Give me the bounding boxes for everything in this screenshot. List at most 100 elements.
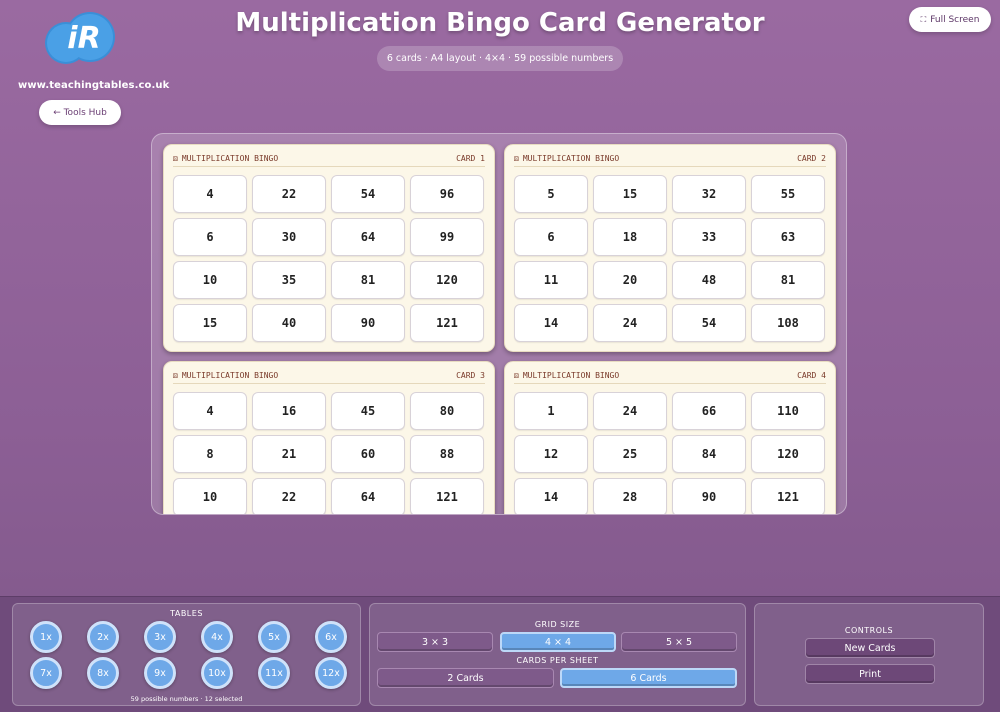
bingo-cell: 110 [751,392,825,430]
card-heading: MULTIPLICATION BINGO [522,154,620,163]
table-toggle-3x[interactable]: 3x [144,621,176,653]
site-url[interactable]: www.teachingtables.co.uk [18,80,169,91]
bingo-cell: 120 [410,261,484,299]
bingo-cell: 4 [173,392,247,430]
table-toggle-6x[interactable]: 6x [315,621,347,653]
card-header: ⚄ MULTIPLICATION BINGO CARD 2 [514,153,826,167]
grid-size-option[interactable]: 3 × 3 [377,632,493,652]
bingo-cell: 64 [331,218,405,256]
bingo-cell: 84 [672,435,746,473]
card-summary-badge: 6 cards · A4 layout · 4×4 · 59 possible … [377,46,623,71]
layout-panel: GRID SIZE CARDS PER SHEET [369,603,746,706]
cards-preview-area[interactable]: ⚄ MULTIPLICATION BINGO CARD 1 4 22 54 96 6 30 64 9… [151,133,847,515]
bingo-cell: 48 [672,261,746,299]
bingo-cell: 20 [593,261,667,299]
table-toggle-12x[interactable]: 12x [315,657,347,689]
table-toggle-5x[interactable]: 5x [258,621,290,653]
bingo-cell: 33 [672,218,746,256]
bingo-cell: 80 [410,392,484,430]
table-toggle-4x[interactable]: 4x [201,621,233,653]
bingo-cell: 64 [331,478,405,514]
print-button[interactable]: Print [805,664,935,684]
teachingtables-logo[interactable]: iR [44,11,116,69]
bingo-cell: 1 [514,392,588,430]
bingo-cell: 5 [514,175,588,213]
bingo-cell: 14 [514,478,588,514]
bingo-cell: 63 [751,218,825,256]
bingo-cell: 28 [593,478,667,514]
bingo-cell: 15 [593,175,667,213]
grid-size-option[interactable]: 5 × 5 [621,632,737,652]
dice-icon: ⚄ [514,371,519,380]
grid-size-option[interactable]: 4 × 4 [500,632,616,652]
bingo-cell: 55 [751,175,825,213]
bingo-cell: 18 [593,218,667,256]
card-header: ⚄ MULTIPLICATION BINGO CARD 1 [173,153,485,167]
table-toggle-1x[interactable]: 1x [30,621,62,653]
dice-icon: ⚄ [514,154,519,163]
card-number: CARD 4 [797,371,826,380]
bingo-cell: 121 [751,478,825,514]
card-heading: MULTIPLICATION BINGO [522,371,620,380]
bingo-cell: 90 [672,478,746,514]
bingo-cell: 66 [672,392,746,430]
card-header: ⚄ MULTIPLICATION BINGO CARD 3 [173,370,485,384]
tables-title: TABLES [170,609,203,618]
bingo-cell: 10 [173,261,247,299]
bingo-card: ⚄ MULTIPLICATION BINGO CARD 3 4 16 45 80 8 21 60 8… [163,361,495,514]
bingo-cell: 99 [410,218,484,256]
card-header: ⚄ MULTIPLICATION BINGO CARD 4 [514,370,826,384]
bingo-cell: 120 [751,435,825,473]
card-number: CARD 2 [797,154,826,163]
bingo-cell: 12 [514,435,588,473]
fullscreen-label: Full Screen [930,14,980,25]
bingo-cell: 35 [252,261,326,299]
bingo-cell: 4 [173,175,247,213]
bingo-cell: 96 [410,175,484,213]
card-heading: MULTIPLICATION BINGO [181,371,279,380]
bingo-card: ⚄ MULTIPLICATION BINGO CARD 1 4 22 54 96 6 30 64 9… [163,144,495,352]
table-toggle-7x[interactable]: 7x [30,657,62,689]
bingo-cell: 6 [173,218,247,256]
card-number: CARD 3 [456,371,485,380]
expand-icon: ⛶ [920,14,927,24]
bingo-cell: 16 [252,392,326,430]
bingo-cell: 108 [751,304,825,342]
bingo-cell: 21 [252,435,326,473]
bingo-cell: 14 [514,304,588,342]
bingo-cell: 15 [173,304,247,342]
table-toggle-11x[interactable]: 11x [258,657,290,689]
bingo-cell: 81 [751,261,825,299]
cards-per-sheet-option[interactable]: 2 Cards [377,668,554,688]
table-toggle-8x[interactable]: 8x [87,657,119,689]
cards-per-sheet-option[interactable]: 6 Cards [560,668,737,688]
bingo-cell: 6 [514,218,588,256]
table-toggle-9x[interactable]: 9x [144,657,176,689]
new-cards-button[interactable]: New Cards [805,638,935,658]
dice-icon: ⚄ [173,154,178,163]
tables-status: 59 possible numbers · 12 selected [130,695,243,703]
page-title: Multiplication Bingo Card Generator [235,8,765,38]
bingo-cell: 90 [331,304,405,342]
bingo-cell: 60 [331,435,405,473]
tools-hub-button[interactable]: ← Tools Hub [39,100,121,125]
bingo-cell: 121 [410,478,484,514]
bingo-cell: 121 [410,304,484,342]
logo-text: iR [67,21,101,56]
bingo-cell: 24 [593,304,667,342]
bingo-cell: 54 [331,175,405,213]
bingo-cell: 22 [252,175,326,213]
bingo-cell: 40 [252,304,326,342]
bingo-cell: 45 [331,392,405,430]
bingo-cell: 24 [593,392,667,430]
fullscreen-button[interactable]: ⛶ Full Screen [909,7,991,32]
controls-title: CONTROLS [844,626,894,635]
bingo-cell: 8 [173,435,247,473]
table-toggle-2x[interactable]: 2x [87,621,119,653]
bingo-card: ⚄ MULTIPLICATION BINGO CARD 2 5 15 32 55 6 18 33 6… [504,144,836,352]
bingo-cell: 54 [672,304,746,342]
tables-panel: TABLES 1x 2x 3x 4x 5x 6x 7x 8x 9x 10x 11x 12x 59 po… [12,603,361,706]
card-heading: MULTIPLICATION BINGO [181,154,279,163]
table-toggle-10x[interactable]: 10x [201,657,233,689]
card-number: CARD 1 [456,154,485,163]
